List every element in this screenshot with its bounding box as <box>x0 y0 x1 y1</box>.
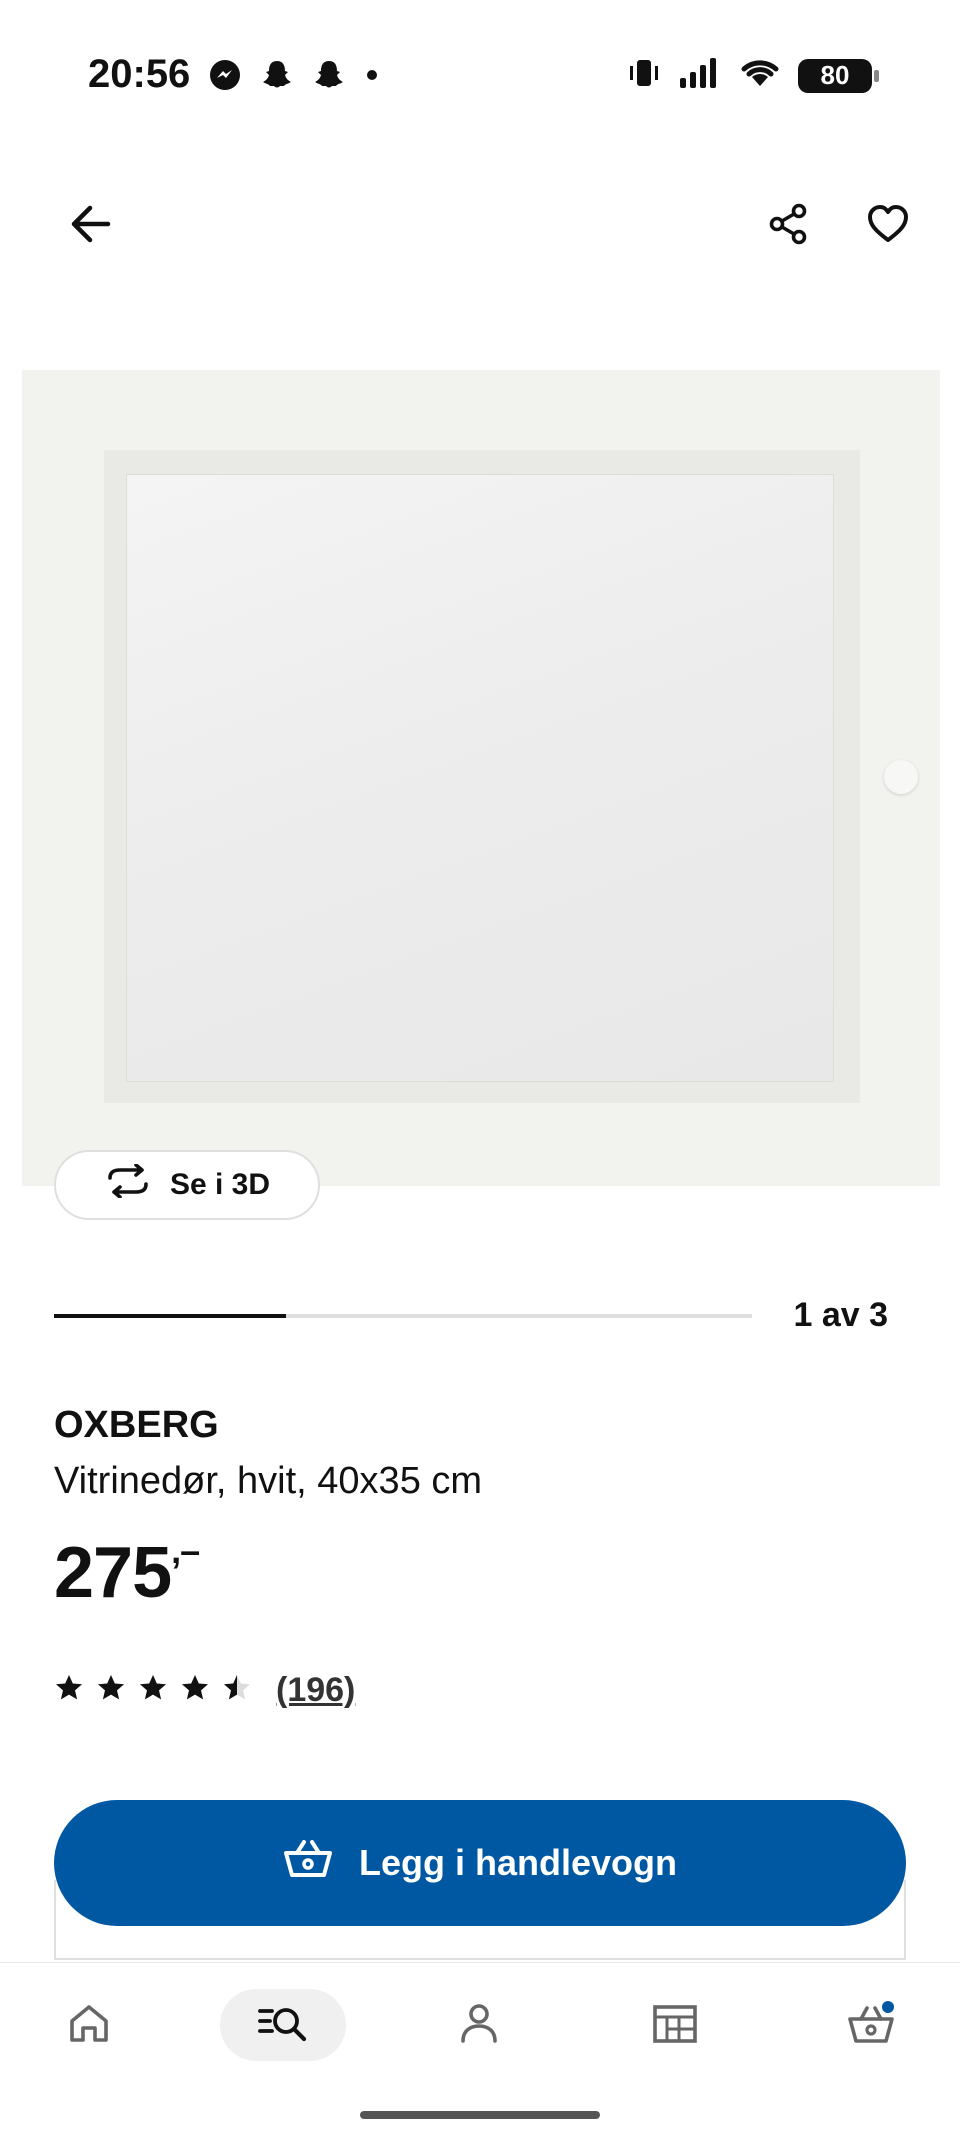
pager-track[interactable] <box>54 1314 752 1318</box>
add-to-cart-button[interactable]: Legg i handlevogn <box>54 1800 906 1926</box>
star-icon <box>54 1673 84 1708</box>
rotate-3d-icon <box>104 1163 152 1206</box>
gallery-pager: 1 av 3 <box>54 1296 906 1336</box>
snapchat-icon <box>260 58 294 97</box>
product-image[interactable] <box>22 370 940 1186</box>
star-icon <box>96 1673 126 1708</box>
battery-indicator: 80 <box>798 58 879 93</box>
nav-cart[interactable] <box>808 1989 934 2061</box>
star-icon <box>222 1673 252 1708</box>
see-3d-button[interactable]: Se i 3D <box>54 1150 320 1220</box>
rating-count[interactable]: (196) <box>276 1671 355 1710</box>
cart-icon <box>846 2000 896 2050</box>
basket-icon <box>283 1839 333 1888</box>
bottom-nav <box>0 1962 960 2142</box>
home-icon <box>67 2001 111 2050</box>
status-time: 20:56 <box>88 52 191 96</box>
star-icon <box>138 1673 168 1708</box>
star-icon <box>180 1673 210 1708</box>
signal-icon <box>678 56 722 95</box>
product-description: Vitrinedør, hvit, 40x35 cm <box>54 1460 483 1502</box>
snapchat-icon <box>312 58 346 97</box>
store-icon <box>651 2001 699 2050</box>
see-3d-label: Se i 3D <box>169 1168 271 1201</box>
pager-progress <box>54 1314 287 1318</box>
nav-search[interactable] <box>220 1989 346 2061</box>
nav-store[interactable] <box>612 1989 738 2061</box>
favorite-button[interactable] <box>858 196 918 256</box>
rating-stars <box>54 1673 252 1708</box>
arrow-left-icon <box>68 204 112 249</box>
door-knob <box>884 760 918 794</box>
share-icon <box>766 202 810 251</box>
product-name: OXBERG <box>54 1404 219 1446</box>
home-indicator[interactable] <box>360 2111 600 2119</box>
price-suffix: ,– <box>171 1530 200 1571</box>
battery-level: 80 <box>820 60 850 90</box>
product-rating[interactable]: (196) <box>54 1670 355 1710</box>
dot-icon <box>364 67 380 88</box>
door-glass-panel <box>126 474 834 1082</box>
heart-icon <box>866 204 910 249</box>
nav-home[interactable] <box>26 1989 152 2061</box>
status-indicators: 80 <box>626 56 879 95</box>
back-button[interactable] <box>60 196 120 256</box>
top-nav <box>0 170 960 280</box>
share-button[interactable] <box>758 196 818 256</box>
price-value: 275 <box>54 1533 172 1613</box>
nav-profile[interactable] <box>416 1989 542 2061</box>
messenger-icon <box>208 58 242 97</box>
product-price: 275,– <box>54 1530 200 1614</box>
search-icon <box>257 2001 309 2050</box>
status-app-icons <box>208 58 380 97</box>
wifi-icon <box>738 56 782 95</box>
pager-label: 1 av 3 <box>793 1296 888 1334</box>
add-to-cart-label: Legg i handlevogn <box>358 1842 677 1883</box>
vibrate-icon <box>626 56 662 95</box>
profile-icon <box>457 2001 501 2050</box>
status-bar: 20:56 80 <box>0 0 960 150</box>
